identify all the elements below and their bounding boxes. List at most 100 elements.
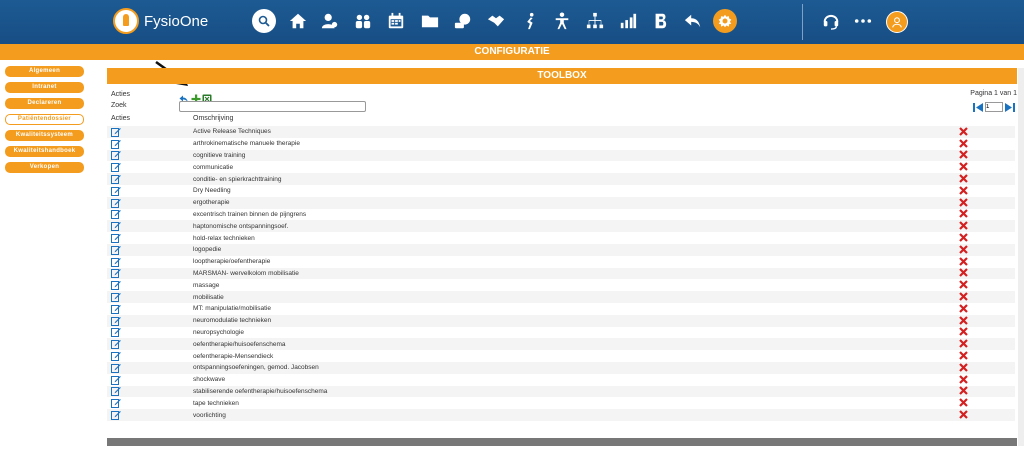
hierarchy-icon[interactable] [585, 11, 605, 31]
delete-icon[interactable] [959, 374, 969, 385]
delete-icon[interactable] [959, 127, 969, 137]
delete-icon[interactable] [959, 245, 969, 255]
delete-icon[interactable] [959, 304, 969, 314]
toolbox-panel: TOOLBOX Acties Zoek Pagina 1 van 1 Actie… [107, 68, 1017, 448]
delete-icon[interactable] [959, 398, 969, 408]
sidebar-item-kwaliteitshandboek[interactable]: Kwaliteitshandboek [5, 146, 84, 157]
edit-icon[interactable] [111, 351, 121, 362]
delete-icon[interactable] [959, 351, 969, 361]
sidebar-item-intranet[interactable]: Intranet [5, 82, 84, 93]
delete-icon[interactable] [959, 280, 969, 290]
delete-icon[interactable] [959, 363, 969, 373]
folder-icon[interactable] [420, 11, 440, 31]
table-row: cognitieve training [107, 149, 1015, 162]
row-description: stabiliserende oefentherapie/huisoefensc… [193, 387, 328, 395]
table-row: stabiliserende oefentherapie/huisoefensc… [107, 385, 1015, 398]
person-icon[interactable] [552, 11, 572, 31]
edit-icon[interactable] [111, 398, 121, 409]
table-row: tape technieken [107, 397, 1015, 409]
row-description: looptherapie/oefentherapie [193, 258, 271, 266]
edit-icon[interactable] [111, 174, 121, 185]
chart-icon[interactable] [618, 11, 638, 31]
edit-icon[interactable] [111, 233, 121, 244]
row-description: MARSMAN- wervelkolom mobilisatie [193, 269, 299, 277]
delete-icon[interactable] [959, 150, 969, 160]
delete-icon[interactable] [959, 233, 969, 243]
settings-icon[interactable] [713, 9, 737, 33]
delete-icon[interactable] [959, 197, 969, 208]
delete-icon[interactable] [959, 339, 969, 349]
first-page-icon[interactable] [973, 102, 983, 112]
headset-icon[interactable] [821, 11, 841, 31]
edit-icon[interactable] [111, 221, 121, 232]
row-description: haptonomische ontspanningsoef. [193, 222, 289, 230]
delete-icon[interactable] [959, 327, 969, 337]
edit-icon[interactable] [111, 316, 121, 326]
edit-icon[interactable] [111, 339, 121, 350]
scrollbar[interactable] [1018, 68, 1024, 446]
search-icon[interactable] [252, 9, 276, 33]
edit-icon[interactable] [111, 410, 121, 421]
delete-icon[interactable] [959, 410, 969, 420]
edit-icon[interactable] [111, 198, 121, 208]
page-number-input[interactable] [985, 102, 1003, 112]
edit-icon[interactable] [111, 150, 121, 161]
sidebar-item-declareren[interactable]: Declareren [5, 98, 84, 109]
horizontal-scrollbar[interactable] [107, 438, 1017, 446]
edit-icon[interactable] [111, 292, 121, 303]
delete-icon[interactable] [959, 221, 969, 231]
edit-icon[interactable] [111, 304, 121, 314]
edit-icon[interactable] [111, 245, 121, 255]
finance-icon[interactable] [453, 11, 473, 31]
delete-icon[interactable] [959, 209, 969, 219]
edit-icon[interactable] [111, 280, 121, 291]
edit-icon[interactable] [111, 363, 121, 373]
edit-icon[interactable] [111, 375, 121, 385]
users-icon[interactable] [353, 11, 373, 31]
delete-icon[interactable] [959, 186, 969, 196]
table-row: haptonomische ontspanningsoef. [107, 220, 1015, 233]
handshake-icon[interactable] [486, 11, 506, 31]
last-page-icon[interactable] [1005, 102, 1015, 112]
edit-icon[interactable] [111, 268, 121, 279]
sidebar-item-verkopen[interactable]: Verkopen [5, 162, 84, 173]
row-description: ergotherapie [193, 199, 230, 207]
avatar-icon[interactable] [886, 11, 908, 33]
sidebar-item-kwaliteitssysteem[interactable]: Kwaliteitssysteem [5, 130, 84, 141]
reply-icon[interactable] [683, 11, 703, 31]
row-description: arthrokinematische manuele therapie [193, 140, 300, 148]
edit-icon[interactable] [111, 386, 121, 397]
edit-icon[interactable] [111, 327, 121, 338]
delete-icon[interactable] [959, 268, 969, 278]
table-row: oefentherapie-Mensendieck [107, 350, 1015, 362]
table-row: looptherapie/oefentherapie [107, 256, 1015, 268]
delete-icon[interactable] [959, 174, 969, 184]
delete-icon[interactable] [959, 138, 969, 149]
col-acties-header: Acties [111, 115, 131, 122]
exercise-icon[interactable] [519, 11, 539, 31]
home-icon[interactable] [288, 11, 308, 31]
search-input[interactable] [179, 101, 366, 112]
edit-icon[interactable] [111, 162, 121, 173]
edit-icon[interactable] [111, 139, 121, 149]
patient-icon[interactable] [320, 11, 340, 31]
delete-icon[interactable] [959, 292, 969, 302]
table-row: shockwave [107, 374, 1015, 386]
edit-icon[interactable] [111, 186, 121, 196]
app-logo[interactable]: FysioOne [113, 8, 208, 34]
edit-icon[interactable] [111, 257, 121, 267]
app-name: FysioOne [144, 12, 209, 30]
b-icon[interactable] [651, 11, 671, 31]
delete-icon[interactable] [959, 315, 969, 326]
more-icon[interactable] [853, 11, 873, 31]
calendar-icon[interactable] [386, 11, 406, 31]
delete-icon[interactable] [959, 162, 969, 172]
edit-icon[interactable] [111, 127, 121, 137]
edit-icon[interactable] [111, 209, 121, 220]
row-description: oefentherapie-Mensendieck [193, 352, 274, 360]
delete-icon[interactable] [959, 256, 969, 267]
sidebar-item-patientendossier[interactable]: Patiëntendossier [5, 114, 84, 125]
sidebar-item-algemeen[interactable]: Algemeen [5, 66, 84, 77]
row-description: voorlichting [193, 411, 226, 419]
delete-icon[interactable] [959, 386, 969, 396]
